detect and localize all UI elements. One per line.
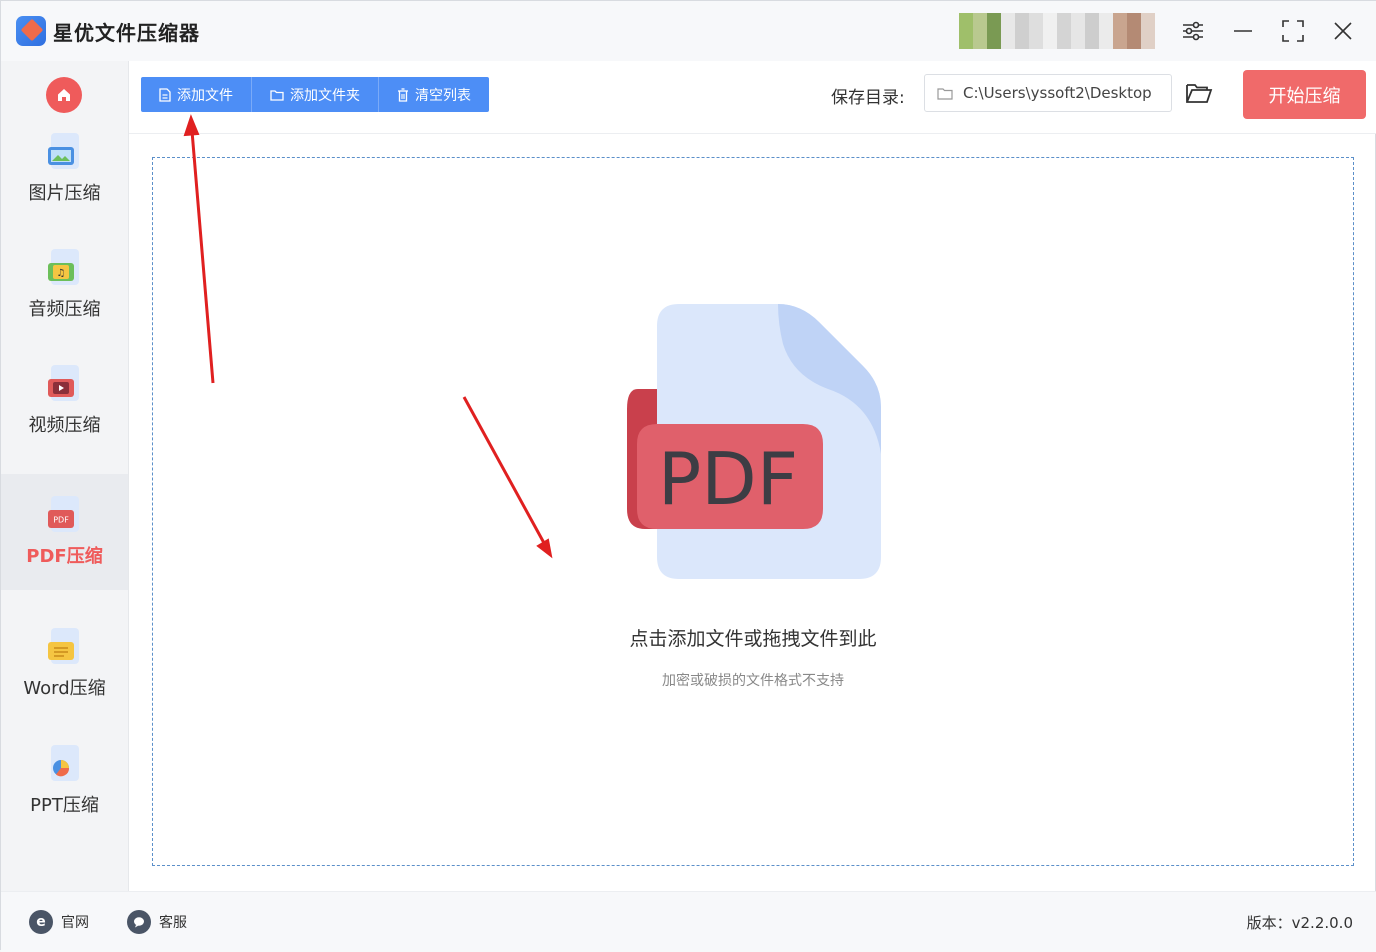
drop-hint: 点击添加文件或拖拽文件到此: [629, 628, 877, 650]
sidebar-item-video[interactable]: 视频压缩: [1, 343, 128, 459]
pdf-icon-text: PDF: [658, 437, 798, 521]
drop-sub-hint: 加密或破损的文件格式不支持: [662, 673, 844, 689]
website-link[interactable]: e 官网: [29, 910, 89, 934]
trash-icon: [398, 87, 408, 102]
settings-icon[interactable]: [1179, 17, 1207, 45]
save-dir-value: C:\Users\yssoft2\Desktop: [963, 84, 1152, 102]
add-folder-button[interactable]: 添加文件夹: [252, 77, 379, 112]
start-compress-button[interactable]: 开始压缩: [1243, 70, 1366, 119]
file-button-group: 添加文件 添加文件夹 清空列表: [141, 77, 489, 112]
sidebar-item-label: 视频压缩: [28, 415, 101, 436]
save-dir-label: 保存目录:: [831, 88, 905, 108]
chat-icon: [127, 910, 151, 934]
app-window: 星优文件压缩器 图片压缩 ♫ 音频压缩 视频压缩 PDF PDF压缩 Word压…: [0, 0, 1376, 952]
open-folder-icon[interactable]: [1185, 81, 1215, 109]
minimize-icon[interactable]: [1229, 17, 1257, 45]
word-file-icon: [47, 628, 83, 668]
add-file-label: 添加文件: [177, 87, 233, 104]
add-file-button[interactable]: 添加文件: [141, 77, 252, 112]
pdf-file-icon: PDF: [47, 496, 83, 536]
sidebar-item-pdf[interactable]: PDF PDF压缩: [1, 474, 128, 590]
maximize-icon[interactable]: [1279, 17, 1307, 45]
sidebar-item-word[interactable]: Word压缩: [1, 606, 128, 722]
app-logo-icon: [16, 16, 46, 46]
close-icon[interactable]: [1329, 17, 1357, 45]
sidebar-item-label: PPT压缩: [30, 795, 99, 816]
home-button[interactable]: [46, 77, 82, 113]
svg-text:♫: ♫: [56, 268, 65, 279]
title-bar: 星优文件压缩器: [1, 1, 1376, 61]
user-avatar[interactable]: [959, 13, 1155, 49]
sidebar-item-ppt[interactable]: PPT压缩: [1, 723, 128, 839]
version-text: 版本：v2.2.0.0: [1246, 914, 1353, 932]
pdf-document-icon: PDF: [627, 304, 881, 579]
svg-text:PDF: PDF: [53, 516, 69, 525]
clear-list-label: 清空列表: [415, 87, 471, 104]
add-folder-label: 添加文件夹: [290, 87, 360, 104]
clear-list-button[interactable]: 清空列表: [379, 77, 489, 112]
sidebar-item-label: 图片压缩: [28, 183, 101, 204]
sidebar-item-label: Word压缩: [23, 678, 106, 699]
app-title: 星优文件压缩器: [53, 21, 200, 45]
file-icon: [159, 87, 171, 102]
save-dir-field[interactable]: C:\Users\yssoft2\Desktop: [924, 74, 1172, 112]
sidebar-item-image[interactable]: 图片压缩: [1, 111, 128, 227]
folder-icon: [937, 87, 953, 100]
video-file-icon: [47, 365, 83, 405]
image-file-icon: [47, 133, 83, 173]
support-label: 客服: [159, 915, 187, 931]
audio-file-icon: ♫: [47, 249, 83, 289]
browser-icon: e: [29, 910, 53, 934]
sidebar-item-label: 音频压缩: [28, 299, 101, 320]
support-link[interactable]: 客服: [127, 910, 187, 934]
folder-icon: [270, 89, 284, 101]
toolbar: 添加文件 添加文件夹 清空列表 保存目录: C:\Users\yssoft2\D…: [129, 61, 1376, 134]
home-icon: [58, 89, 70, 101]
footer: e 官网 客服 版本：v2.2.0.0: [1, 891, 1376, 952]
sidebar: 图片压缩 ♫ 音频压缩 视频压缩 PDF PDF压缩 Word压缩 PPT压缩: [1, 61, 129, 891]
website-label: 官网: [61, 915, 89, 931]
ppt-file-icon: [47, 745, 83, 785]
sidebar-item-label: PDF压缩: [26, 546, 103, 567]
sidebar-item-audio[interactable]: ♫ 音频压缩: [1, 227, 128, 343]
file-drop-zone[interactable]: PDF 点击添加文件或拖拽文件到此 加密或破损的文件格式不支持: [152, 157, 1354, 866]
